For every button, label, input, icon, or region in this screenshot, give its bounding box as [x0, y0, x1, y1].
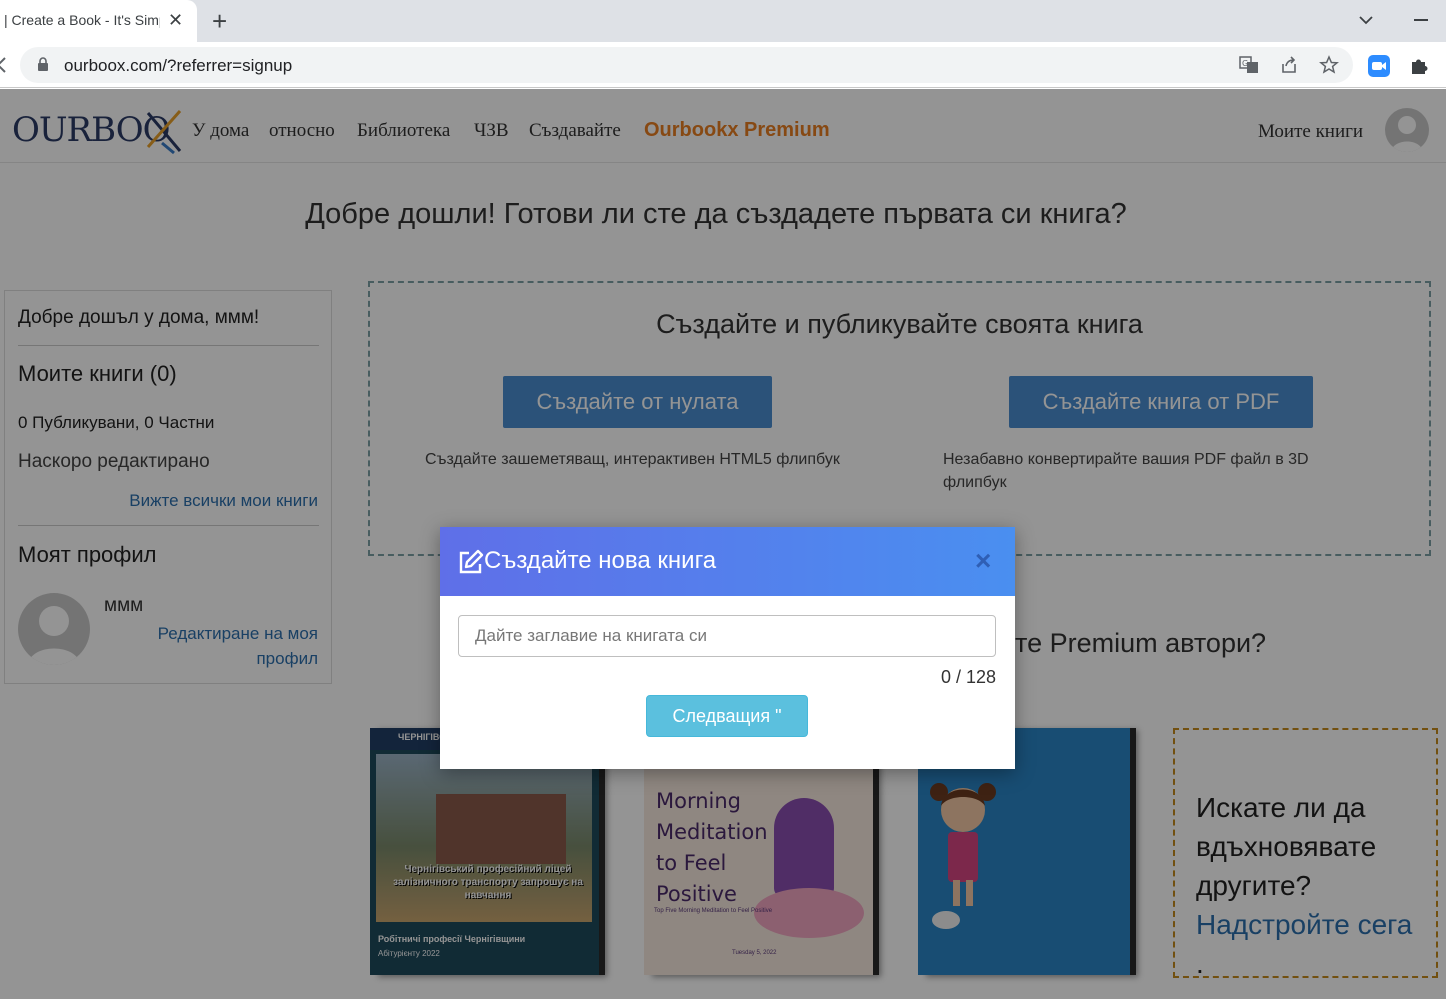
omnibox[interactable]: ourboox.com/?referrer=signup G — [20, 47, 1353, 83]
lock-icon[interactable] — [37, 57, 49, 71]
close-icon[interactable]: × — [975, 546, 991, 576]
back-arrow-icon[interactable] — [0, 56, 8, 74]
browser-tab-strip: | Create a Book - It's Simple ✕ + — [0, 0, 1446, 42]
tab-title: | Create a Book - It's Simple — [4, 12, 160, 28]
address-bar: ourboox.com/?referrer=signup G — [0, 42, 1446, 88]
title-char-counter: 0 / 128 — [940, 667, 996, 687]
tab-close-icon[interactable]: ✕ — [168, 9, 183, 31]
translate-icon[interactable]: G — [1239, 55, 1259, 75]
next-button[interactable]: Следващия " — [646, 695, 808, 737]
chevron-down-icon[interactable] — [1356, 10, 1376, 30]
browser-tab[interactable]: | Create a Book - It's Simple ✕ — [0, 0, 197, 42]
url-text[interactable]: ourboox.com/?referrer=signup — [64, 56, 292, 76]
book-title-input[interactable] — [458, 615, 996, 657]
svg-text:G: G — [1242, 59, 1248, 68]
star-icon[interactable] — [1319, 55, 1339, 75]
create-book-modal: Създайте нова книга × 0 / 128 Следващия … — [440, 527, 1015, 769]
edit-icon — [459, 549, 484, 574]
extensions-puzzle-icon[interactable] — [1408, 55, 1430, 77]
minimize-icon[interactable] — [1414, 19, 1428, 21]
modal-header: Създайте нова книга × — [440, 527, 1015, 596]
zoom-extension-icon[interactable] — [1368, 55, 1390, 77]
modal-title: Създайте нова книга — [484, 547, 717, 574]
new-tab-icon[interactable]: + — [212, 6, 227, 36]
share-icon[interactable] — [1279, 55, 1299, 75]
